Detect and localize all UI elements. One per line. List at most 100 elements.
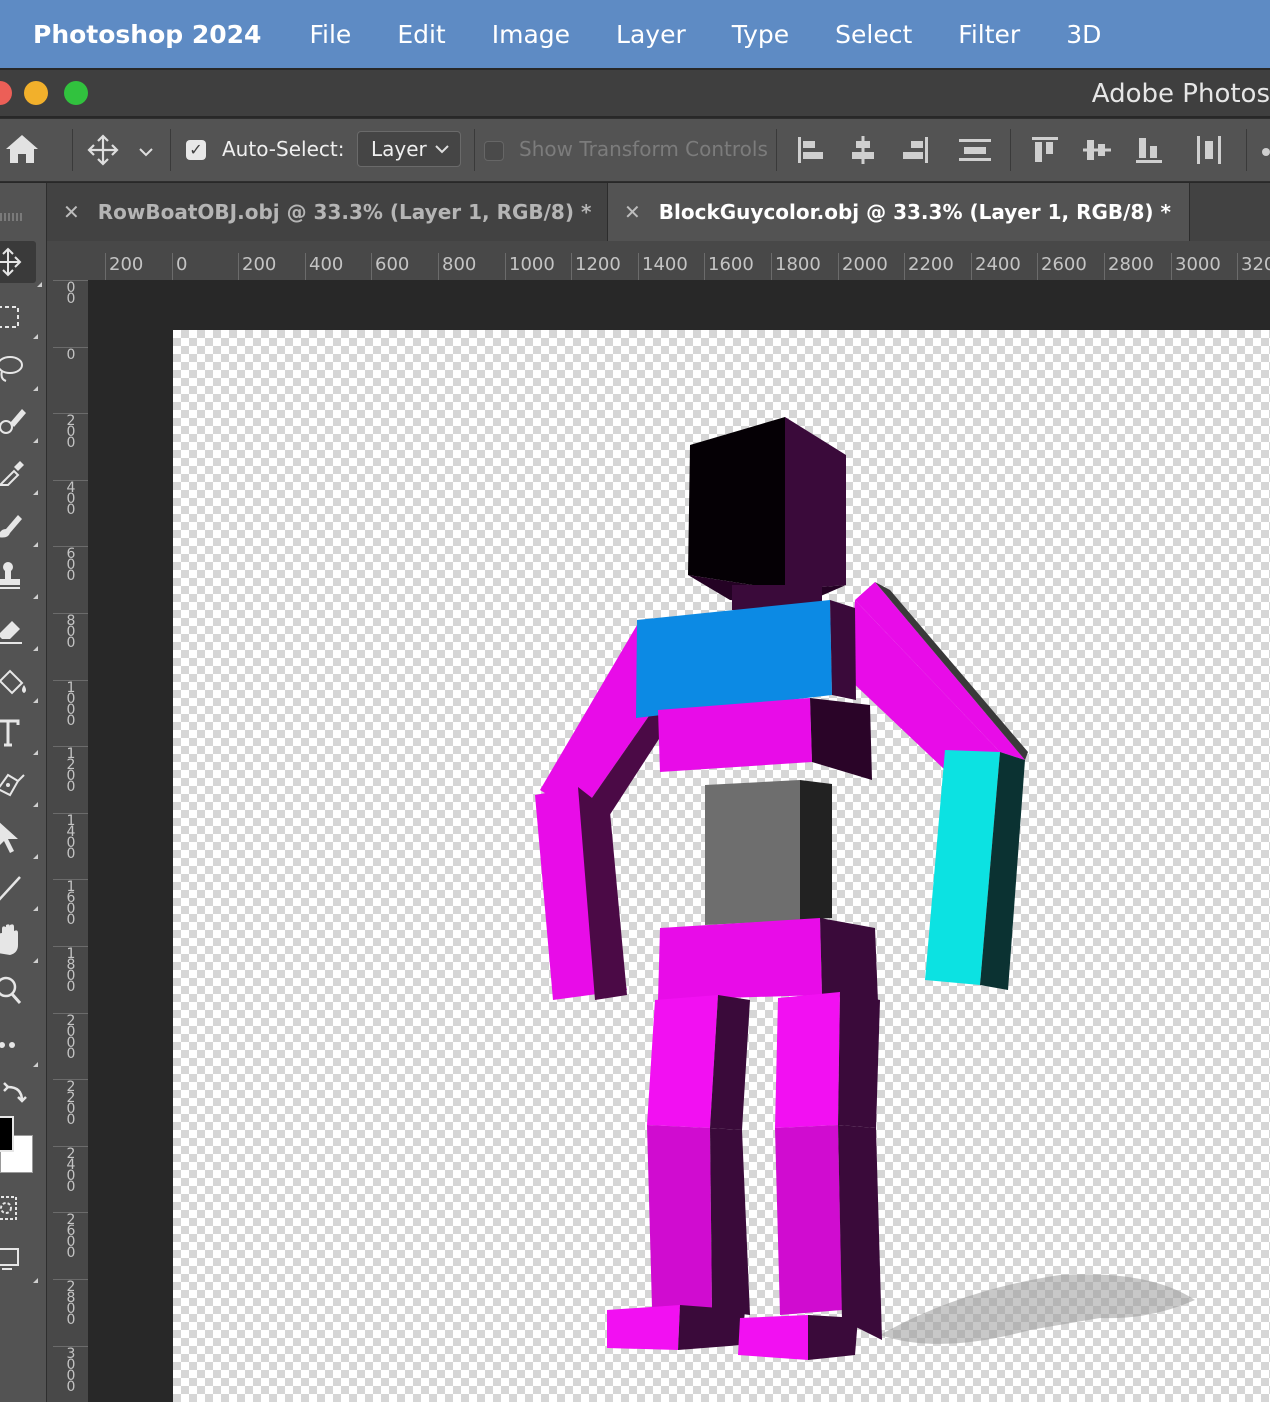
ruler-label: 1600: [708, 254, 754, 275]
chevron-down-icon[interactable]: [138, 143, 154, 162]
quick-mask-icon[interactable]: [0, 1191, 32, 1227]
align-left-edges-icon[interactable]: [796, 135, 826, 169]
move-tool-preset-icon[interactable]: [86, 133, 120, 171]
vertical-ruler[interactable]: 00 0 200 400 600 800 1000 1200 1400 1600 1800 2000 2…: [47, 280, 88, 1402]
menu-filter[interactable]: Filter: [958, 20, 1020, 49]
clone-stamp-tool-icon[interactable]: [0, 559, 38, 599]
auto-select-label: Auto-Select:: [222, 137, 345, 161]
ruler-label: 1600: [66, 879, 76, 928]
type-tool-icon[interactable]: [0, 715, 38, 755]
ruler-tick: [371, 253, 372, 280]
auto-select-dropdown[interactable]: Layer: [357, 131, 461, 167]
marquee-tool-icon[interactable]: [0, 299, 38, 339]
document-tab-blockguy[interactable]: ✕ BlockGuycolor.obj @ 33.3% (Layer 1, RG…: [608, 183, 1190, 241]
ruler-tick: [904, 253, 905, 280]
menu-bar: Photoshop 2024 File Edit Image Layer Typ…: [0, 0, 1270, 68]
document-tab-rowboat[interactable]: ✕ RowBoatOBJ.obj @ 33.3% (Layer 1, RGB/8…: [47, 183, 608, 241]
ruler-tick: [1237, 253, 1238, 280]
ruler-label: 2400: [66, 1146, 76, 1195]
path-selection-tool-icon[interactable]: [0, 819, 38, 859]
pen-tool-icon[interactable]: [0, 767, 38, 807]
close-window-button[interactable]: [0, 81, 12, 105]
tools-panel: [0, 183, 47, 1402]
more-options-icon[interactable]: [1262, 148, 1270, 156]
align-horizontal-centers-icon[interactable]: [848, 135, 878, 169]
menu-edit[interactable]: Edit: [397, 20, 445, 49]
ruler-label: 1200: [575, 254, 621, 275]
close-tab-icon[interactable]: ✕: [63, 200, 80, 224]
screen-mode-icon[interactable]: [0, 1243, 38, 1283]
menu-3d[interactable]: 3D: [1066, 20, 1101, 49]
ruler-label: 3000: [1175, 254, 1221, 275]
align-right-edges-icon[interactable]: [900, 135, 930, 169]
ruler-label: 2400: [975, 254, 1021, 275]
menu-file[interactable]: File: [309, 20, 351, 49]
auto-select-checkbox[interactable]: ✓: [186, 140, 206, 160]
ruler-tick: [638, 253, 639, 280]
brush-tool-icon[interactable]: [0, 507, 38, 547]
swap-colors-icon[interactable]: [0, 1079, 32, 1115]
ruler-label: 400: [309, 254, 344, 275]
ruler-label: 200: [242, 254, 277, 275]
ruler-label: 1800: [775, 254, 821, 275]
close-tab-icon[interactable]: ✕: [624, 200, 641, 224]
ruler-tick: [305, 253, 306, 280]
ruler-tick: [971, 253, 972, 280]
paint-bucket-tool-icon[interactable]: [0, 663, 38, 703]
show-transform-checkbox[interactable]: [484, 141, 504, 161]
move-tool-icon[interactable]: [0, 241, 42, 287]
window-title-bar: Adobe Photos: [0, 70, 1270, 116]
ruler-label: 200: [109, 254, 144, 275]
lasso-tool-icon[interactable]: [0, 351, 38, 391]
align-top-edges-icon[interactable]: [1030, 135, 1060, 169]
ruler-label: 2000: [66, 1013, 76, 1062]
document-canvas[interactable]: [173, 330, 1270, 1402]
tab-label: RowBoatOBJ.obj @ 33.3% (Layer 1, RGB/8) …: [97, 200, 592, 224]
ruler-label: 3000: [66, 1346, 76, 1395]
ruler-tick: [704, 253, 705, 280]
home-icon[interactable]: [4, 133, 40, 169]
eyedropper-tool-icon[interactable]: [0, 455, 38, 495]
eraser-tool-icon[interactable]: [0, 611, 38, 651]
line-tool-icon[interactable]: [0, 871, 38, 911]
ruler-label: 2600: [66, 1212, 76, 1261]
ruler-label: 800: [442, 254, 477, 275]
menu-layer[interactable]: Layer: [616, 20, 686, 49]
ruler-tick: [505, 253, 506, 280]
ruler-tick: [571, 253, 572, 280]
window-title: Adobe Photos: [1091, 79, 1270, 109]
ruler-tick: [771, 253, 772, 280]
menu-image[interactable]: Image: [492, 20, 570, 49]
hand-tool-icon[interactable]: [0, 923, 38, 963]
ruler-tick: [105, 253, 106, 280]
ruler-tick: [1104, 253, 1105, 280]
ruler-label: 2000: [842, 254, 888, 275]
ruler-label: 1400: [66, 813, 76, 862]
panel-grip[interactable]: [0, 213, 22, 221]
more-tools-icon[interactable]: [0, 1027, 38, 1067]
horizontal-ruler[interactable]: 200 0 200 400 600 800 1000 1200 1400 1600 1800 2000…: [88, 241, 1270, 280]
menu-select[interactable]: Select: [835, 20, 912, 49]
foreground-color-swatch[interactable]: [0, 1116, 14, 1152]
document-tab-bar: ✕ RowBoatOBJ.obj @ 33.3% (Layer 1, RGB/8…: [47, 183, 1270, 241]
ruler-label: 2600: [1041, 254, 1087, 275]
block-guy-3d-figure[interactable]: [173, 330, 1270, 1402]
ruler-label: 1000: [66, 680, 76, 729]
align-bottom-edges-icon[interactable]: [1134, 135, 1164, 169]
align-vertical-centers-icon[interactable]: [1082, 135, 1112, 169]
ruler-origin[interactable]: [47, 241, 88, 280]
options-bar: ✓ Auto-Select: Layer Show Transform Cont…: [0, 118, 1270, 182]
zoom-window-button[interactable]: [64, 81, 88, 105]
zoom-tool-icon[interactable]: [0, 975, 32, 1011]
quick-selection-tool-icon[interactable]: [0, 403, 38, 443]
ruler-label: 320: [1241, 254, 1270, 275]
minimize-window-button[interactable]: [24, 81, 48, 105]
distribute-spacing-icon[interactable]: [958, 135, 992, 169]
distribute-horizontal-icon[interactable]: [1194, 135, 1224, 169]
menu-app-name[interactable]: Photoshop 2024: [33, 20, 261, 49]
ruler-tick: [438, 253, 439, 280]
auto-select-value: Layer: [371, 137, 427, 161]
menu-type[interactable]: Type: [732, 20, 789, 49]
ruler-tick: [1037, 253, 1038, 280]
ruler-label: 2200: [66, 1079, 76, 1128]
